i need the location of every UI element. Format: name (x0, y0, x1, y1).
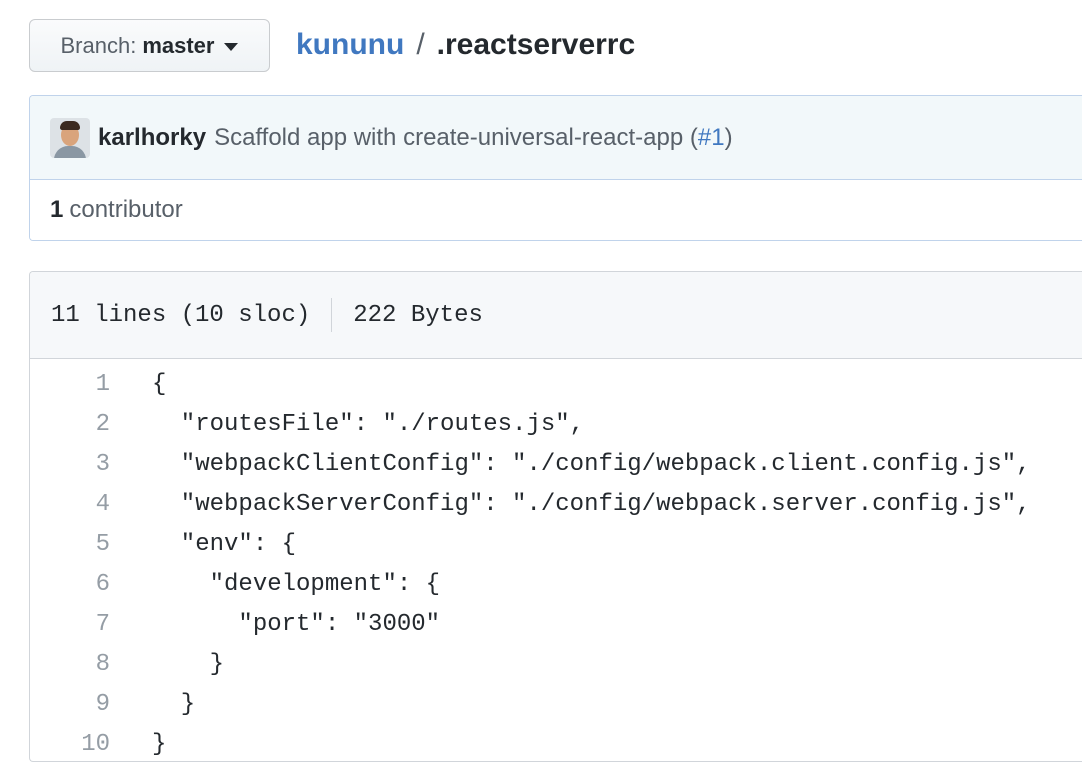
breadcrumb: kununu / .reactserverrc (296, 24, 635, 66)
code-line: 6 "development": { (30, 565, 1082, 605)
line-number[interactable]: 8 (30, 645, 110, 685)
line-content: } (152, 651, 225, 678)
code-view: 1{2 "routesFile": "./routes.js", 3 "webpa… (30, 359, 1082, 761)
commit-tease: karlhorky Scaffold app with create-unive… (30, 96, 1082, 180)
line-number[interactable]: 7 (30, 605, 110, 645)
line-content: "webpackClientConfig": "./config/webpack… (152, 451, 1031, 478)
code-line: 1{ (30, 365, 1082, 405)
code-line: 4 "webpackServerConfig": "./config/webpa… (30, 485, 1082, 525)
line-content: "development": { (152, 571, 441, 598)
code-line: 3 "webpackClientConfig": "./config/webpa… (30, 445, 1082, 485)
code-line: 7 "port": "3000" (30, 605, 1082, 645)
file-info-divider (331, 298, 333, 332)
commit-message-text[interactable]: Scaffold app with create-universal-react… (214, 124, 698, 151)
file-header: 11 lines (10 sloc) 222 Bytes (30, 272, 1082, 359)
code-line: 5 "env": { (30, 525, 1082, 565)
line-content: "env": { (152, 531, 297, 558)
branch-label: Branch: (60, 32, 137, 58)
avatar[interactable] (50, 117, 90, 158)
code-line: 2 "routesFile": "./routes.js", (30, 405, 1082, 445)
line-number[interactable]: 3 (30, 445, 110, 485)
contributor-count: 1 (50, 196, 64, 223)
line-number[interactable]: 1 (30, 365, 110, 405)
file-line-count: 11 lines (10 sloc) (51, 301, 311, 329)
code-line: 10} (30, 725, 1082, 761)
line-content: } (152, 731, 167, 758)
pull-request-link[interactable]: #1 (698, 124, 725, 151)
file-size: 222 Bytes (353, 301, 483, 329)
file-view-page: Branch: master kununu / .reactserverrc kar… (0, 0, 1082, 784)
code-line: 8 } (30, 645, 1082, 685)
line-number[interactable]: 2 (30, 405, 110, 445)
line-number[interactable]: 6 (30, 565, 110, 605)
code-line: 9 } (30, 685, 1082, 725)
caret-down-icon (224, 42, 239, 51)
contributors-summary[interactable]: 1 contributor (30, 180, 1082, 240)
branch-select-button[interactable]: Branch: master (29, 19, 270, 72)
line-content: "port": "3000" (152, 611, 441, 638)
breadcrumb-repo-link[interactable]: kununu (296, 28, 404, 61)
line-content: "routesFile": "./routes.js", (152, 411, 585, 438)
file-content-box: 11 lines (10 sloc) 222 Bytes 1{2 "routes… (29, 271, 1082, 762)
line-number[interactable]: 9 (30, 685, 110, 725)
commit-message-suffix: ) (724, 123, 733, 151)
line-number[interactable]: 5 (30, 525, 110, 565)
commit-author-link[interactable]: karlhorky (98, 124, 206, 152)
branch-name: master (142, 32, 215, 58)
line-content: } (152, 691, 196, 718)
contributor-label: contributor (69, 196, 183, 223)
commit-message: Scaffold app with create-universal-react… (214, 124, 733, 152)
line-content: "webpackServerConfig": "./config/webpack… (152, 491, 1031, 518)
commit-info-box: karlhorky Scaffold app with create-unive… (29, 95, 1082, 241)
breadcrumb-file-name: .reactserverrc (436, 28, 636, 61)
breadcrumb-separator: / (416, 28, 425, 61)
line-number[interactable]: 10 (30, 725, 110, 761)
line-number[interactable]: 4 (30, 485, 110, 525)
line-content: { (152, 371, 167, 398)
